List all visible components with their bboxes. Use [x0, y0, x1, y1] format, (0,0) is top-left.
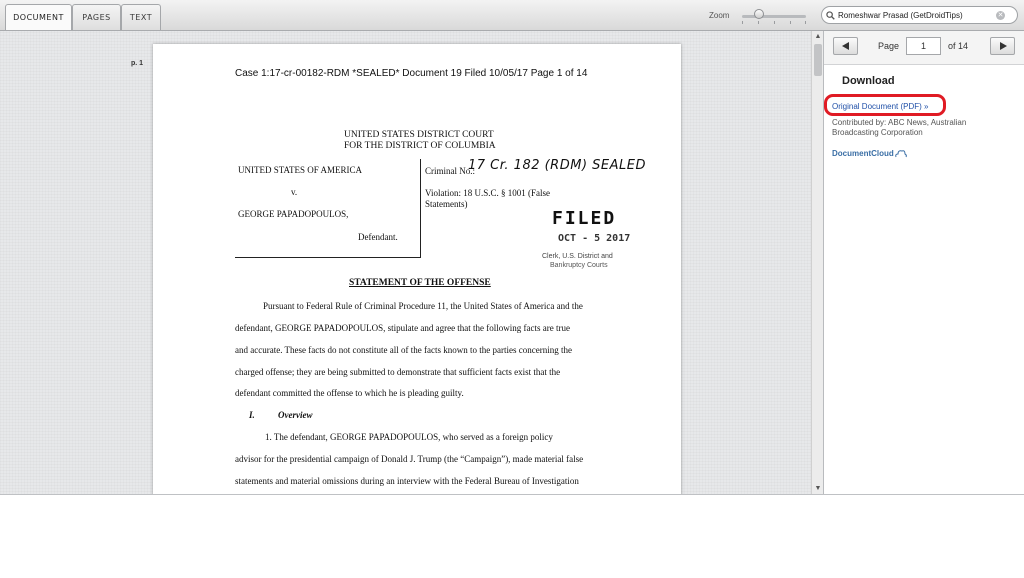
zoom-tick — [805, 21, 806, 24]
tab-pages[interactable]: PAGES — [72, 4, 121, 30]
caption-divider-horizontal — [235, 257, 421, 258]
overview-line: advisor for the presidential campaign of… — [235, 454, 584, 464]
defendant-label: Defendant. — [358, 232, 398, 242]
filed-stamp-court: Bankruptcy Courts — [550, 262, 608, 269]
violation-line: Violation: 18 U.S.C. § 1001 (False — [425, 188, 550, 198]
contributor-text: Contributed by: ABC News, Australian Bro… — [832, 118, 967, 137]
plaintiff-name: UNITED STATES OF AMERICA — [238, 165, 363, 175]
sidebar-panel: Page of 14 Download Original Document (P… — [823, 31, 1024, 494]
previous-page-button[interactable] — [833, 37, 858, 55]
filed-stamp: FILED — [552, 208, 617, 229]
violation-line: Statements) — [425, 199, 468, 209]
close-icon[interactable]: ✕ — [996, 11, 1005, 20]
triangle-right-icon — [999, 42, 1007, 50]
scrollbar-thumb[interactable] — [814, 44, 822, 76]
zoom-tick — [742, 21, 743, 24]
body-line: and accurate. These facts do not constit… — [235, 345, 572, 355]
tab-text[interactable]: TEXT — [121, 4, 161, 30]
page-number-input[interactable] — [906, 37, 941, 55]
section-title: Overview — [278, 410, 313, 420]
case-header: Case 1:17-cr-00182-RDM *SEALED* Document… — [235, 68, 588, 79]
zoom-tick — [790, 21, 791, 24]
document-viewer-app: DOCUMENT PAGES TEXT Zoom ✕ p. 1 Case 1:1… — [0, 0, 1024, 495]
search-box[interactable]: ✕ — [821, 6, 1018, 24]
defendant-name: GEORGE PAPADOPOULOS, — [238, 209, 349, 219]
body-line: Pursuant to Federal Rule of Criminal Pro… — [263, 301, 583, 311]
documentcloud-logo-text: DocumentCloud — [832, 149, 894, 158]
vertical-scrollbar[interactable]: ▲ ▼ — [811, 31, 823, 494]
page-navigator: Page of 14 — [824, 31, 1024, 65]
original-document-link[interactable]: Original Document (PDF) » — [832, 102, 928, 111]
overview-line: 1. The defendant, GEORGE PAPADOPOULOS, w… — [265, 432, 553, 442]
caption-divider-vertical — [420, 159, 421, 258]
body-line: defendant committed the offense to which… — [235, 388, 464, 398]
zoom-tick — [774, 21, 775, 24]
zoom-slider-track[interactable] — [742, 15, 806, 24]
cloud-icon — [895, 150, 907, 158]
total-pages-label: of 14 — [948, 41, 969, 51]
next-page-button[interactable] — [990, 37, 1015, 55]
zoom-label: Zoom — [709, 11, 730, 20]
filed-stamp-date: OCT - 5 2017 — [558, 233, 631, 244]
section-number: I. — [249, 410, 255, 420]
triangle-left-icon — [841, 42, 849, 50]
court-name: UNITED STATES DISTRICT COURT — [344, 130, 494, 140]
top-toolbar: DOCUMENT PAGES TEXT Zoom ✕ — [0, 0, 1024, 31]
download-heading: Download — [842, 75, 895, 87]
criminal-number-handwritten: 17 Cr. 182 (RDM) SEALED — [468, 158, 646, 173]
versus-text: v. — [291, 187, 298, 197]
magnifier-icon — [826, 10, 835, 20]
body-line: defendant, GEORGE PAPADOPOULOS, stipulat… — [235, 323, 571, 333]
court-district: FOR THE DISTRICT OF COLUMBIA — [344, 141, 496, 151]
statement-title: STATEMENT OF THE OFFENSE — [349, 278, 491, 288]
document-page: Case 1:17-cr-00182-RDM *SEALED* Document… — [153, 44, 681, 494]
overview-line: statements and material omissions during… — [235, 476, 579, 486]
document-viewport[interactable]: p. 1 Case 1:17-cr-00182-RDM *SEALED* Doc… — [0, 31, 823, 494]
filed-stamp-clerk: Clerk, U.S. District and — [542, 253, 613, 260]
search-input[interactable] — [838, 10, 990, 20]
page-marker: p. 1 — [131, 60, 144, 67]
body-line: charged offense; they are being submitte… — [235, 367, 561, 377]
tab-document[interactable]: DOCUMENT — [5, 4, 72, 30]
zoom-tick — [758, 21, 759, 24]
page-label: Page — [878, 41, 900, 51]
documentcloud-logo[interactable]: DocumentCloud — [832, 149, 907, 158]
